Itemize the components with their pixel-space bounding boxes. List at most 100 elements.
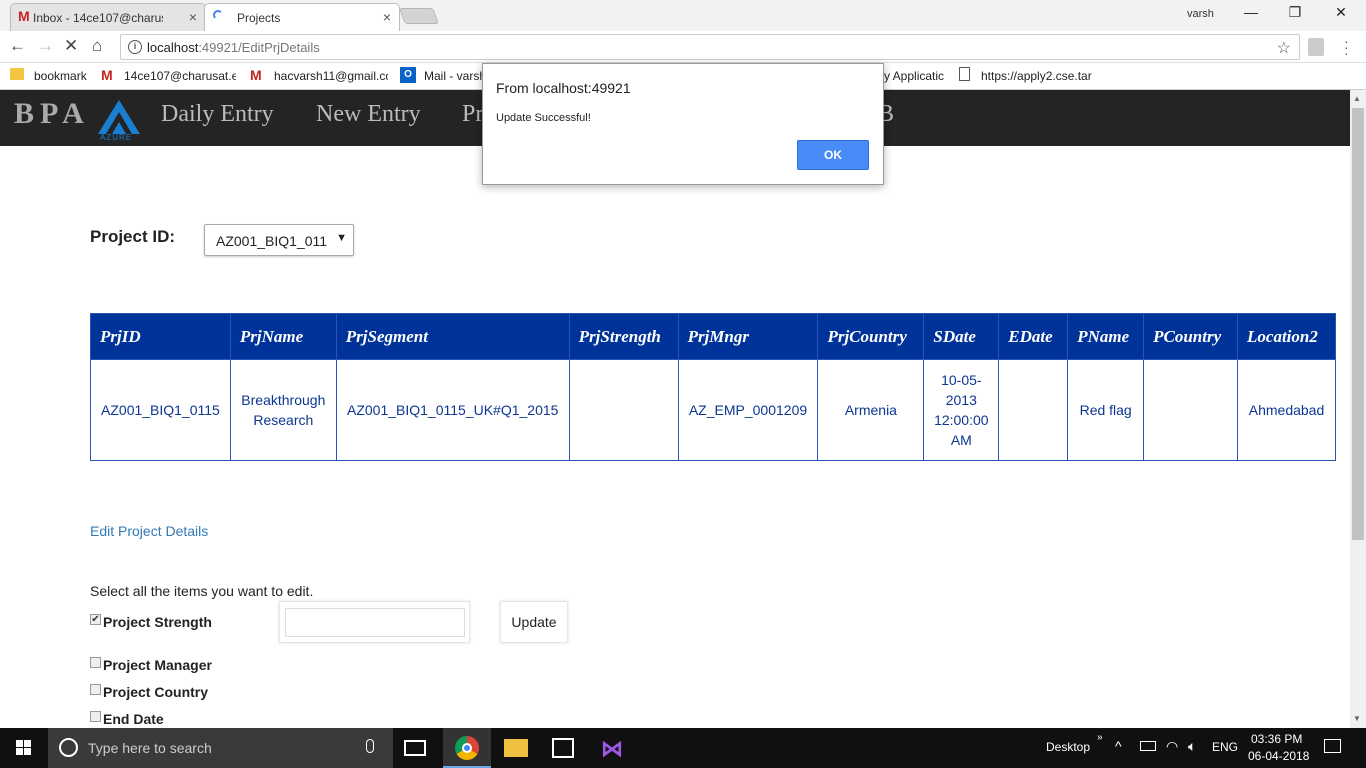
column-header: Location2 [1237,313,1336,360]
bookmark-apply[interactable]: https://apply2.cse.tar [981,69,1097,83]
nav-new-entry[interactable]: New Entry [316,101,421,128]
bookmark-gmail-2[interactable]: hacvarsh11@gmail.cc [274,69,388,83]
logo-subtext: AZURE [100,133,133,142]
outlook-icon: O [400,67,416,83]
project-strength-input[interactable] [279,601,470,643]
table-cell: Armenia [817,359,925,461]
scrollbar-thumb[interactable] [1352,108,1364,540]
chrome-taskbar-button[interactable] [443,728,491,768]
microphone-icon[interactable] [366,739,374,753]
show-hidden-icons-icon[interactable]: ^ [1115,738,1122,754]
folder-icon [10,68,24,80]
table-cell [998,359,1069,461]
windows-taskbar: Type here to search ⋈ Desktop » ^ ◠ 🔈︎ E… [0,728,1366,768]
dialog-title: From localhost:49921 [496,80,631,96]
cortana-icon [59,738,78,757]
bookmark-folder[interactable]: bookmark [34,69,87,83]
dropdown-arrow-icon: ▼ [336,232,347,244]
table-cell: AZ001_BIQ1_0115 [90,359,231,461]
stop-loading-icon[interactable]: ✕ [64,36,78,56]
url-text: localhost:49921/EditPrjDetails [147,40,320,55]
bookmark-application[interactable]: y Applicatic [884,69,944,83]
clock-date[interactable]: 06-04-2018 [1248,749,1309,763]
pdf-extension-icon[interactable] [1308,38,1324,56]
store-icon[interactable] [552,738,574,758]
battery-icon[interactable] [1140,741,1156,751]
column-header: SDate [923,313,1000,360]
tab-label: Projects [237,11,281,25]
visual-studio-icon[interactable]: ⋈ [601,736,623,762]
volume-icon[interactable]: 🔈︎ [1188,738,1196,755]
forward-arrow-icon[interactable]: → [37,36,54,56]
checkbox-end-date[interactable] [90,711,101,722]
alert-dialog: From localhost:49921 Update Successful! … [482,63,884,185]
checkbox-label: Project Strength [103,614,212,630]
info-icon[interactable]: i [128,40,142,54]
notification-center-icon[interactable] [1324,739,1341,753]
taskbar-search-box[interactable]: Type here to search [48,728,393,768]
clock-time[interactable]: 03:36 PM [1251,732,1302,746]
menu-icon[interactable]: · · · [1344,34,1349,60]
checkbox-project-manager[interactable] [90,657,101,668]
star-icon[interactable]: ☆ [1277,38,1291,58]
project-id-select[interactable]: AZ001_BIQ1_011 ▼ [204,224,354,256]
new-tab-button[interactable] [399,8,439,24]
address-bar[interactable]: i localhost:49921/EditPrjDetails ☆ [120,34,1300,60]
file-explorer-icon[interactable] [504,739,528,757]
gmail-icon: M [101,67,113,83]
close-icon[interactable]: × [189,9,197,25]
search-placeholder: Type here to search [88,740,212,756]
column-header: PrjName [229,313,337,360]
column-header: PrjStrength [568,313,679,360]
table-cell: Red flag [1067,359,1145,461]
home-icon[interactable]: ⌂ [92,36,102,56]
checkbox-label: Project Manager [103,657,212,673]
column-header: PrjID [90,313,231,360]
language-indicator[interactable]: ENG [1212,740,1238,754]
checkbox-project-country[interactable] [90,684,101,695]
checkbox-project-strength[interactable]: ✔ [90,614,101,625]
gmail-icon: M [250,67,262,83]
selected-value: AZ001_BIQ1_011 [216,233,328,249]
scroll-down-icon[interactable]: ▼ [1353,714,1361,723]
wifi-icon[interactable]: ◠ [1166,738,1178,755]
minimize-button[interactable]: — [1236,4,1266,20]
nav-daily-entry[interactable]: Daily Entry [161,101,274,128]
select-prompt: Select all the items you want to edit. [90,583,314,599]
back-arrow-icon[interactable]: ← [9,36,26,56]
bookmark-gmail-1[interactable]: 14ce107@charusat.ec [124,69,236,83]
bookmark-mail[interactable]: Mail - varsh [424,69,482,83]
edit-project-details-link[interactable]: Edit Project Details [90,523,208,539]
project-table: PrjID PrjName PrjSegment PrjStrength Prj… [90,313,1336,461]
nav-projects[interactable]: Pr [462,101,483,128]
task-view-icon[interactable] [404,740,426,756]
table-cell: Ahmedabad [1237,359,1336,461]
ok-button[interactable]: OK [797,140,869,170]
profile-name[interactable]: varsh [1187,8,1214,20]
loading-icon [213,10,223,20]
desktop-toolbar[interactable]: Desktop [1046,740,1090,754]
tab-inbox[interactable]: M Inbox - 14ce107@charus × [10,3,206,31]
table-cell: Breakthrough Research [229,359,337,461]
scroll-up-icon[interactable]: ▲ [1353,94,1361,103]
app-logo[interactable]: BPA [14,97,90,131]
gmail-icon: M [18,8,30,24]
restore-button[interactable]: ❐ [1280,4,1310,21]
azure-logo-icon: AZURE [92,96,146,144]
checkbox-label: Project Country [103,684,209,700]
update-button[interactable]: Update [500,601,568,643]
column-header: PCountry [1143,313,1239,360]
close-window-button[interactable]: ✕ [1326,4,1356,21]
table-cell [1143,359,1239,461]
tab-projects[interactable]: Projects × [204,3,400,31]
chevron-icon[interactable]: » [1097,732,1103,743]
input-field[interactable] [285,608,465,637]
project-id-label: Project ID: [90,227,176,246]
column-header: PName [1067,313,1145,360]
table-row: AZ001_BIQ1_0115 Breakthrough Research AZ… [90,359,1336,461]
windows-start-icon[interactable] [0,728,48,768]
table-cell: AZ_EMP_0001209 [677,359,819,461]
table-cell: 10-05-2013 12:00:00 AM [923,359,1000,461]
page-icon [959,67,970,81]
close-icon[interactable]: × [383,9,391,25]
